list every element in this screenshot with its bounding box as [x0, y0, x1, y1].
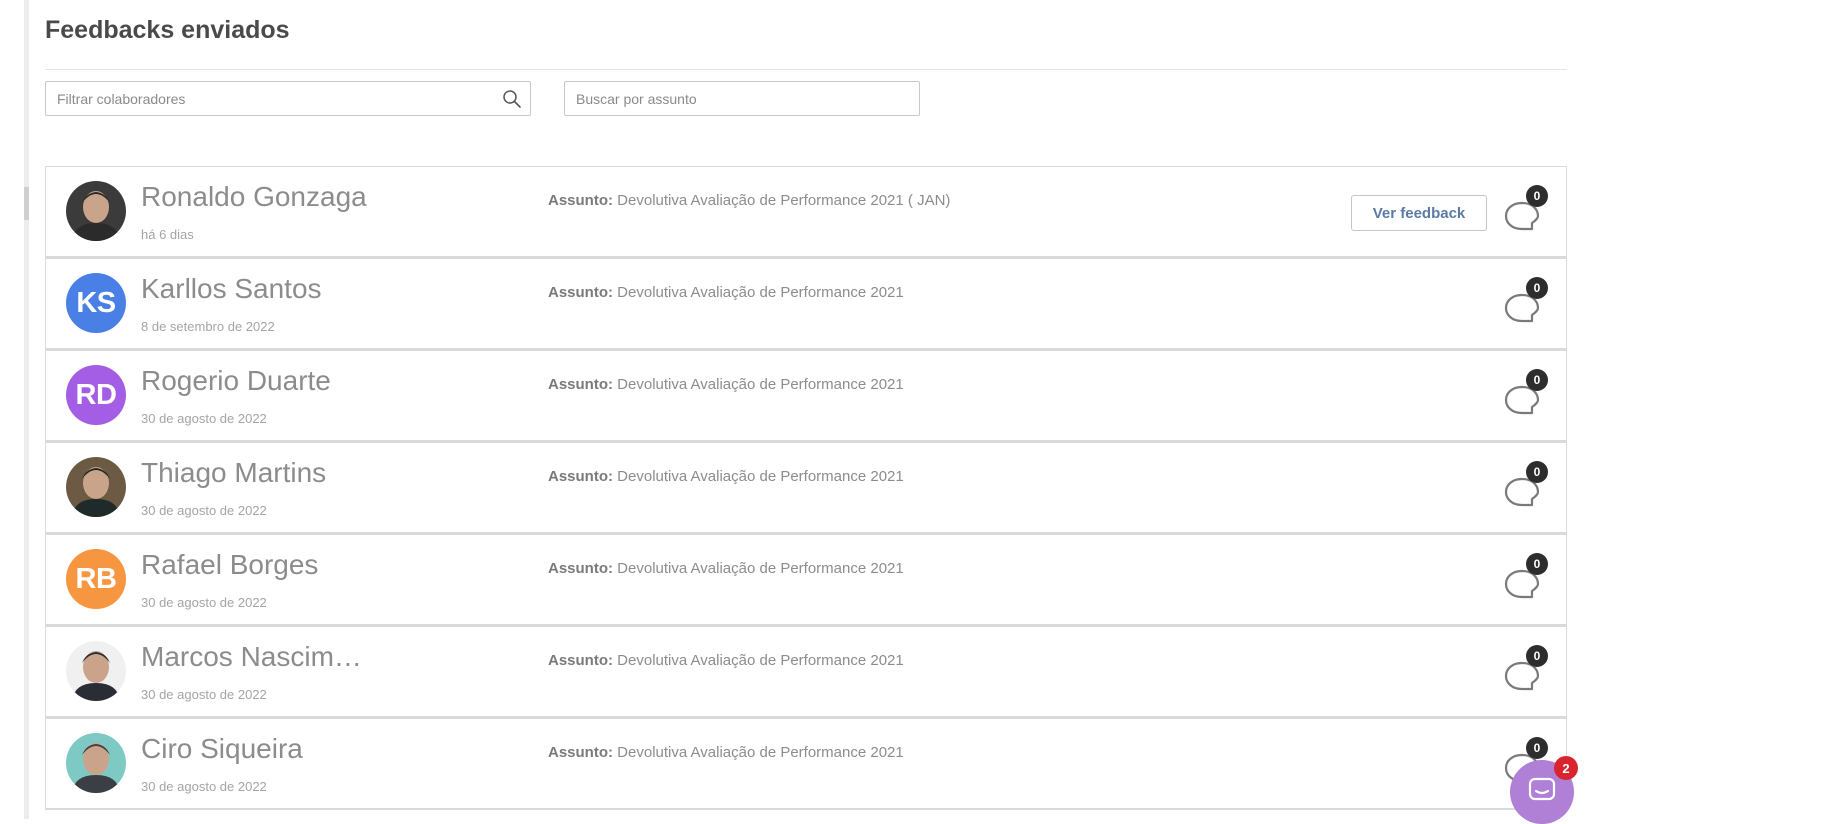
feedback-date: 8 de setembro de 2022 — [141, 319, 275, 334]
collaborator-name[interactable]: Rafael Borges — [141, 549, 371, 581]
feedback-subject: Assunto: Devolutiva Avaliação de Perform… — [548, 560, 904, 577]
subject-search-input[interactable] — [565, 82, 919, 115]
collaborator-name[interactable]: Ciro Siqueira — [141, 733, 371, 765]
page-title: Feedbacks enviados — [45, 16, 290, 44]
subject-search — [564, 81, 920, 116]
subject-label: Assunto: — [548, 468, 613, 485]
feedback-date: 30 de agosto de 2022 — [141, 411, 267, 426]
subject-value: Devolutiva Avaliação de Performance 2021 — [617, 652, 904, 669]
feedback-row[interactable]: RB Rafael Borges 30 de agosto de 2022 Assun… — [45, 534, 1567, 626]
subject-label: Assunto: — [548, 652, 613, 669]
subject-value: Devolutiva Avaliação de Performance 2021 — [617, 744, 904, 761]
avatar: RD — [66, 365, 126, 425]
comment-count-badge: 0 — [1526, 737, 1548, 759]
subject-label: Assunto: — [548, 192, 613, 209]
avatar — [66, 733, 126, 793]
chat-unread-badge: 2 — [1554, 756, 1578, 780]
feedback-row[interactable]: Thiago Martins 30 de agosto de 2022 Assunt… — [45, 442, 1567, 534]
avatar — [66, 181, 126, 241]
subject-value: Devolutiva Avaliação de Performance 2021… — [617, 192, 951, 209]
search-icon[interactable] — [502, 89, 522, 109]
feedback-date: 30 de agosto de 2022 — [141, 779, 267, 794]
chat-icon — [1527, 775, 1557, 810]
comment-count-badge: 0 — [1526, 185, 1548, 207]
view-feedback-button[interactable]: Ver feedback — [1351, 195, 1487, 231]
feedback-row[interactable]: Marcos Nascimento 30 de agosto de 2022 Ass… — [45, 626, 1567, 718]
collaborator-name[interactable]: Thiago Martins — [141, 457, 371, 489]
subject-value: Devolutiva Avaliação de Performance 2021 — [617, 560, 904, 577]
feedback-subject: Assunto: Devolutiva Avaliação de Perform… — [548, 744, 904, 761]
subject-label: Assunto: — [548, 284, 613, 301]
comment-count-badge: 0 — [1526, 369, 1548, 391]
feedback-date: 30 de agosto de 2022 — [141, 503, 267, 518]
feedback-subject: Assunto: Devolutiva Avaliação de Perform… — [548, 468, 904, 485]
feedback-list: Ronaldo Gonzaga há 6 dias Assunto: Devolut… — [45, 166, 1567, 810]
avatar: KS — [66, 273, 126, 333]
collaborator-name[interactable]: Ronaldo Gonzaga — [141, 181, 371, 213]
feedback-date: 30 de agosto de 2022 — [141, 595, 267, 610]
collaborator-name[interactable]: Marcos Nascimento — [141, 641, 371, 673]
subject-value: Devolutiva Avaliação de Performance 2021 — [617, 284, 904, 301]
subject-value: Devolutiva Avaliação de Performance 2021 — [617, 468, 904, 485]
avatar — [66, 457, 126, 517]
feedback-date: há 6 dias — [141, 227, 194, 242]
collaborator-name[interactable]: Karllos Santos — [141, 273, 371, 305]
feedback-date: 30 de agosto de 2022 — [141, 687, 267, 702]
feedback-subject: Assunto: Devolutiva Avaliação de Perform… — [548, 284, 904, 301]
avatar — [66, 641, 126, 701]
collaborator-filter-input[interactable] — [46, 82, 530, 115]
feedback-row[interactable]: Ciro Siqueira 30 de agosto de 2022 Assunto… — [45, 718, 1567, 810]
left-scroll-rail — [24, 0, 29, 819]
comment-count-badge: 0 — [1526, 277, 1548, 299]
collaborator-name[interactable]: Rogerio Duarte — [141, 365, 371, 397]
subject-value: Devolutiva Avaliação de Performance 2021 — [617, 376, 904, 393]
feedback-subject: Assunto: Devolutiva Avaliação de Perform… — [548, 192, 950, 209]
avatar: RB — [66, 549, 126, 609]
feedback-subject: Assunto: Devolutiva Avaliação de Perform… — [548, 376, 904, 393]
collaborator-filter — [45, 81, 531, 116]
feedback-row[interactable]: Ronaldo Gonzaga há 6 dias Assunto: Devolut… — [45, 166, 1567, 258]
subject-label: Assunto: — [548, 560, 613, 577]
title-divider — [45, 69, 1567, 70]
comment-count-badge: 0 — [1526, 461, 1548, 483]
left-scroll-handle[interactable] — [24, 187, 29, 220]
comment-count-badge: 0 — [1526, 553, 1548, 575]
feedback-row[interactable]: KS Karllos Santos 8 de setembro de 2022 Ass… — [45, 258, 1567, 350]
subject-label: Assunto: — [548, 376, 613, 393]
feedback-row[interactable]: RD Rogerio Duarte 30 de agosto de 2022 Assu… — [45, 350, 1567, 442]
comment-count-badge: 0 — [1526, 645, 1548, 667]
feedback-subject: Assunto: Devolutiva Avaliação de Perform… — [548, 652, 904, 669]
subject-label: Assunto: — [548, 744, 613, 761]
